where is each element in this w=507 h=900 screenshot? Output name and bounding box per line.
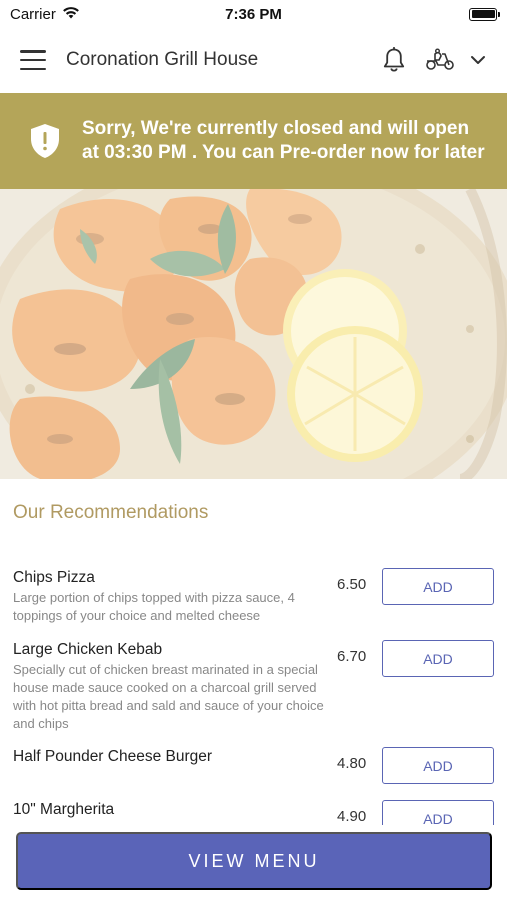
shield-alert-icon (28, 122, 62, 160)
recommendations-title: Our Recommendations (13, 502, 209, 523)
battery-fill (471, 10, 495, 18)
battery-icon (469, 7, 500, 21)
app-header: Coronation Grill House (0, 28, 507, 92)
carrier-label: Carrier (10, 5, 56, 23)
view-menu-button[interactable]: VIEW MENU (16, 832, 492, 890)
add-button[interactable]: ADD (382, 800, 494, 825)
item-price: 6.70 (337, 648, 367, 665)
item-price: 4.90 (337, 808, 367, 825)
add-button[interactable]: ADD (382, 747, 494, 784)
item-name: 10" Margherita (13, 801, 115, 818)
wifi-icon (62, 6, 80, 23)
menu-item: 10" Margherita 4.90 ADD (0, 800, 507, 825)
closed-message: Sorry, We're currently closed and will o… (82, 118, 485, 163)
item-name: Half Pounder Cheese Burger (13, 748, 213, 765)
recommendations-list: Chips Pizza Large portion of chips toppe… (0, 568, 507, 825)
item-name: Large Chicken Kebab (13, 641, 163, 658)
restaurant-title: Coronation Grill House (66, 49, 259, 70)
status-left: Carrier (10, 6, 80, 23)
chevron-down-icon[interactable] (463, 45, 493, 75)
menu-item: Large Chicken Kebab Specially cut of chi… (0, 640, 507, 747)
item-description: Large portion of chips topped with pizza… (13, 590, 295, 623)
item-price: 6.50 (337, 576, 367, 593)
item-description: Specially cut of chicken breast marinate… (13, 662, 324, 731)
add-button[interactable]: ADD (382, 640, 494, 677)
hero-food-image (0, 189, 507, 479)
item-name: Chips Pizza (13, 569, 95, 586)
status-bar: Carrier 7:36 PM (0, 0, 507, 28)
item-price: 4.80 (337, 755, 367, 772)
menu-item: Half Pounder Cheese Burger 4.80 ADD (0, 747, 507, 800)
bell-icon[interactable] (379, 45, 409, 75)
add-button[interactable]: ADD (382, 568, 494, 605)
scooter-icon[interactable] (423, 45, 457, 75)
menu-icon[interactable] (20, 50, 46, 70)
closed-banner: Sorry, We're currently closed and will o… (0, 93, 507, 189)
menu-item: Chips Pizza Large portion of chips toppe… (0, 568, 507, 640)
